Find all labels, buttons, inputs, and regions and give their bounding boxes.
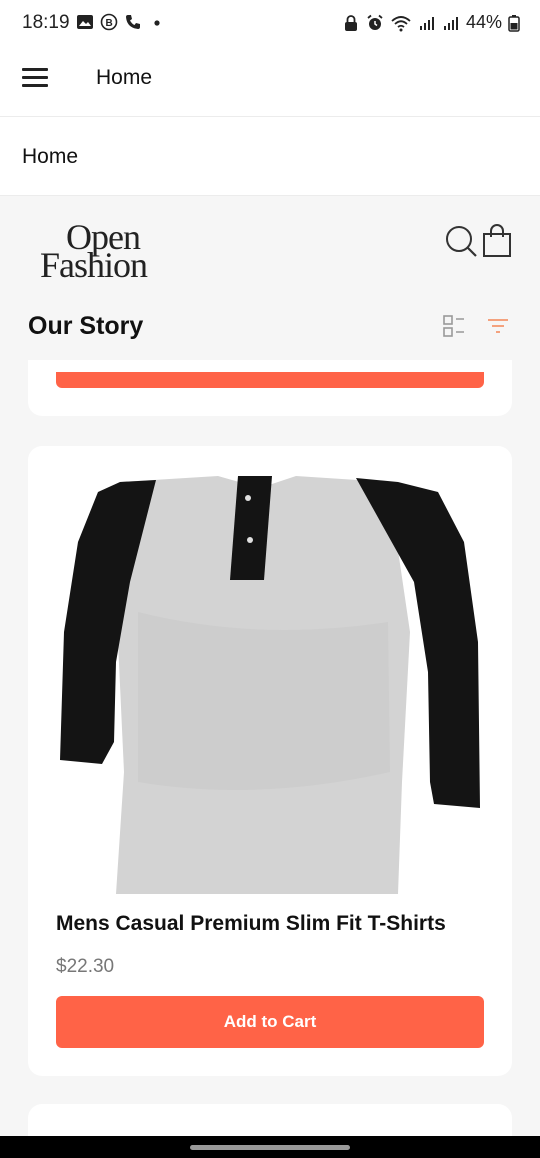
shopping-bag-icon[interactable]	[482, 224, 512, 258]
section-title: Our Story	[28, 312, 144, 340]
breadcrumb-home[interactable]: Home	[22, 145, 78, 169]
product-title[interactable]: Mens Casual Premium Slim Fit T-Shirts	[56, 912, 446, 936]
battery-percent: 44%	[465, 12, 502, 32]
product-card-previous	[28, 360, 512, 416]
search-icon[interactable]	[444, 224, 478, 258]
app-bar: Home	[0, 46, 540, 116]
app-bar-title: Home	[96, 66, 153, 89]
view-controls	[442, 314, 510, 338]
b-badge-icon: B	[100, 13, 118, 31]
dot-icon	[154, 20, 160, 26]
svg-text:B: B	[106, 18, 113, 29]
wifi-icon	[391, 15, 411, 31]
breadcrumb: Home	[0, 117, 540, 195]
battery-icon	[508, 14, 520, 32]
add-to-cart-button[interactable]: Add to Cart	[56, 996, 484, 1048]
home-gesture-handle[interactable]	[190, 1145, 350, 1150]
phone-icon	[126, 15, 140, 29]
status-time: 18:19	[22, 12, 70, 33]
product-image[interactable]	[58, 472, 482, 894]
logo-line-fashion: Fashion	[40, 245, 148, 285]
add-to-cart-button-previous[interactable]	[56, 372, 484, 388]
header-actions	[444, 224, 512, 258]
product-price: $22.30	[56, 956, 115, 977]
list-view-icon[interactable]	[442, 314, 466, 338]
filter-icon[interactable]	[486, 314, 510, 338]
signal-icon	[419, 16, 434, 30]
notification-icons: B	[76, 13, 166, 31]
product-card[interactable]: Mens Casual Premium Slim Fit T-Shirts $2…	[28, 446, 512, 1076]
lock-icon	[344, 14, 357, 31]
alarm-icon	[367, 14, 383, 30]
gallery-icon	[77, 15, 93, 29]
status-bar: 18:19 B 44%	[0, 0, 540, 46]
open-fashion-logo[interactable]: Open Fashion	[40, 217, 190, 285]
signal-icon	[443, 16, 458, 30]
system-icons: 44%	[342, 12, 520, 33]
divider	[0, 195, 540, 196]
hamburger-icon[interactable]	[22, 68, 50, 90]
system-nav-bar	[0, 1136, 540, 1158]
